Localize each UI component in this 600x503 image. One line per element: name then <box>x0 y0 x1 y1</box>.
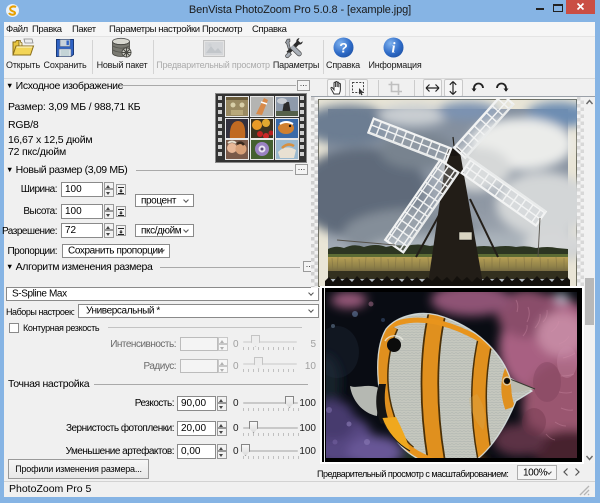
svg-text:i: i <box>391 41 395 57</box>
svg-text:?: ? <box>339 40 348 56</box>
